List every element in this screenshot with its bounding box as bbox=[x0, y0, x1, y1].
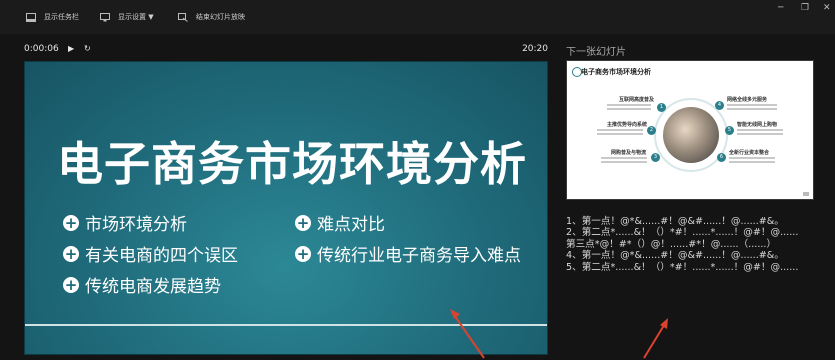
bullet-item: + 有关电商的四个误区 bbox=[63, 241, 238, 266]
thumb-number: 5 bbox=[725, 126, 734, 135]
thumb-heading: 互联网高度普及 bbox=[619, 97, 655, 103]
show-taskbar-button[interactable]: 显示任务栏 bbox=[26, 10, 79, 24]
bullet-label: 传统行业电子商务导入难点 bbox=[317, 246, 521, 266]
bullet-label: 市场环境分析 bbox=[85, 215, 187, 235]
show-taskbar-label: 显示任务栏 bbox=[44, 13, 79, 21]
end-show-label: 结束幻灯片放映 bbox=[196, 13, 245, 21]
thumb-text-line bbox=[729, 161, 775, 163]
play-icon[interactable]: ▶ bbox=[68, 44, 74, 53]
thumb-heading: 网购普及与物流 bbox=[611, 150, 647, 156]
end-show-icon bbox=[178, 12, 188, 22]
thumb-number: 2 bbox=[647, 126, 656, 135]
red-arrow-icon bbox=[643, 318, 668, 359]
thumb-number: 6 bbox=[717, 153, 726, 162]
notes-line: 5、第二点*......&！（）*#！......*......！@#！@...… bbox=[566, 261, 799, 273]
thumb-number: 3 bbox=[651, 153, 660, 162]
bullet-item: + 难点对比 bbox=[295, 210, 385, 235]
thumb-text-line bbox=[727, 104, 777, 106]
timer-row: 0:00:06 ▶ ↻ 20:20 bbox=[24, 44, 548, 56]
thumb-number: 1 bbox=[657, 103, 666, 112]
thumb-text-line bbox=[601, 157, 647, 159]
thumb-text-line bbox=[729, 157, 775, 159]
notes-line: 第三点*@！#*（）@！......#*！@......（......） bbox=[566, 238, 777, 250]
thumb-text-line bbox=[737, 133, 783, 135]
display-settings-icon bbox=[100, 12, 110, 21]
thumb-heading: 网络全线多元服务 bbox=[727, 97, 768, 103]
bullet-label: 传统电商发展趋势 bbox=[85, 277, 221, 297]
restore-icon[interactable]: ❐ bbox=[801, 3, 809, 13]
next-slide-label: 下一张幻灯片 bbox=[566, 47, 626, 58]
thumb-title: 电子商务市场环境分析 bbox=[581, 68, 651, 76]
elapsed-timer: 0:00:06 bbox=[24, 44, 59, 54]
plus-icon: + bbox=[63, 244, 79, 263]
red-arrow-icon bbox=[450, 309, 485, 359]
thumb-page-mark bbox=[803, 192, 809, 196]
notes-line: 4、第一点！@*&......#！@&#......！@......#&。 bbox=[566, 250, 784, 262]
bullet-item: + 传统电商发展趋势 bbox=[63, 272, 221, 297]
thumb-text-line bbox=[607, 104, 651, 106]
thumb-photo bbox=[663, 107, 719, 163]
restart-icon[interactable]: ↻ bbox=[84, 44, 91, 53]
bullet-item: + 市场环境分析 bbox=[63, 210, 187, 235]
display-settings-label: 显示设置 ▼ bbox=[118, 13, 154, 21]
clock: 20:20 bbox=[522, 44, 548, 54]
thumb-text-line bbox=[607, 108, 651, 110]
bullet-label: 有关电商的四个误区 bbox=[85, 246, 238, 266]
minimize-icon[interactable]: ─ bbox=[778, 3, 783, 13]
thumb-number: 4 bbox=[715, 101, 724, 110]
display-settings-button[interactable]: 显示设置 ▼ bbox=[100, 10, 154, 24]
thumb-heading: 主推优势导向系统 bbox=[607, 122, 648, 128]
thumb-heading: 全新行业资本整合 bbox=[729, 150, 770, 156]
taskbar-icon bbox=[26, 12, 36, 22]
thumb-heading: 智能无线网上购物 bbox=[737, 122, 778, 128]
bullet-item: + 传统行业电子商务导入难点 bbox=[295, 241, 521, 266]
thumb-text-line bbox=[597, 129, 643, 131]
end-show-button[interactable]: 结束幻灯片放映 bbox=[178, 10, 245, 24]
plus-icon: + bbox=[295, 244, 311, 263]
bullet-label: 难点对比 bbox=[317, 215, 385, 235]
speaker-notes[interactable]: 1、第一点！@*&......#！@&#......！@......#&。 2、… bbox=[566, 216, 828, 273]
plus-icon: + bbox=[63, 275, 79, 294]
notes-line: 2、第二点*......&！（）*#！......*......！@#！@...… bbox=[566, 227, 799, 239]
thumb-text-line bbox=[727, 108, 777, 110]
next-slide-thumbnail[interactable]: 电子商务市场环境分析 1 2 3 4 5 6 互联网高度普及 主推优势导向系统 … bbox=[566, 60, 814, 200]
close-icon[interactable]: ✕ bbox=[823, 3, 831, 13]
thumb-text-line bbox=[597, 133, 643, 135]
plus-icon: + bbox=[63, 213, 79, 232]
slide-title: 电子商务市场环境分析 bbox=[57, 137, 527, 191]
notes-line: 1、第一点！@*&......#！@&#......！@......#&。 bbox=[566, 216, 784, 227]
thumb-text-line bbox=[737, 129, 783, 131]
plus-icon: + bbox=[295, 213, 311, 232]
thumb-text-line bbox=[601, 161, 647, 163]
presenter-toolbar: 显示任务栏 显示设置 ▼ 结束幻灯片放映 ─ ❐ ✕ bbox=[0, 0, 835, 34]
